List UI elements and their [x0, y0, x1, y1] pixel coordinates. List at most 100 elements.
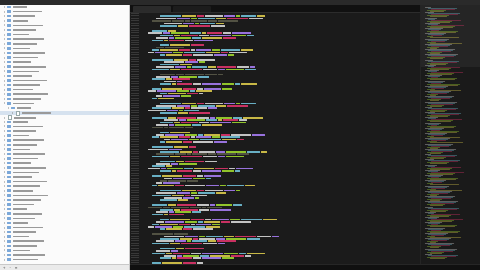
disclosure-triangle-icon[interactable]: [8, 107, 9, 110]
disclosure-triangle-icon[interactable]: [4, 33, 5, 36]
code-token: [155, 51, 172, 54]
disclosure-triangle-icon[interactable]: [4, 51, 5, 54]
disclosure-triangle-icon[interactable]: [4, 208, 5, 211]
sidebar-item-label: [13, 102, 34, 105]
disclosure-triangle-icon[interactable]: [4, 10, 5, 13]
disclosure-triangle-icon[interactable]: [4, 235, 5, 238]
sidebar-tree-item[interactable]: [0, 258, 129, 263]
disclosure-triangle-icon[interactable]: [4, 19, 5, 22]
disclosure-triangle-icon[interactable]: [4, 42, 5, 45]
code-token: [170, 242, 180, 245]
disclosure-triangle-icon[interactable]: [4, 217, 5, 220]
line-number: [131, 235, 139, 237]
sidebar-item-label: [13, 134, 29, 137]
code-token: [189, 25, 210, 27]
code-token: [176, 73, 184, 76]
line-number: [131, 211, 139, 213]
disclosure-triangle-icon[interactable]: [4, 102, 5, 105]
disclosure-triangle-icon[interactable]: [4, 84, 5, 87]
disclosure-triangle-icon[interactable]: [4, 166, 5, 169]
code-token: [195, 22, 199, 25]
tab-bar: [130, 5, 420, 13]
minimap[interactable]: [420, 5, 480, 264]
disclosure-triangle-icon[interactable]: [4, 134, 5, 137]
code-token: [231, 134, 251, 136]
disclosure-triangle-icon[interactable]: [4, 139, 5, 142]
tab-active-file[interactable]: [133, 6, 171, 12]
disclosure-triangle-icon[interactable]: [4, 171, 5, 174]
disclosure-triangle-icon[interactable]: [4, 125, 5, 128]
disclosure-triangle-icon[interactable]: [4, 28, 5, 31]
disclosure-triangle-icon[interactable]: [4, 162, 5, 165]
code-token: [175, 184, 184, 187]
code-token: [247, 150, 260, 153]
disclosure-triangle-icon[interactable]: [4, 244, 5, 247]
disclosure-triangle-icon[interactable]: [4, 97, 5, 100]
disclosure-triangle-icon[interactable]: [4, 88, 5, 91]
disclosure-triangle-icon[interactable]: [4, 203, 5, 206]
disclosure-triangle-icon[interactable]: [4, 221, 5, 224]
disclosure-triangle-icon[interactable]: [4, 198, 5, 201]
line-number: [131, 51, 139, 53]
disclosure-triangle-icon[interactable]: [4, 180, 5, 183]
folder-icon: [7, 175, 11, 179]
code-token: [156, 163, 170, 165]
code-token: [152, 175, 161, 177]
disclosure-triangle-icon[interactable]: [4, 212, 5, 215]
disclosure-triangle-icon[interactable]: [4, 38, 5, 41]
disclosure-triangle-icon[interactable]: [4, 258, 5, 261]
disclosure-triangle-icon[interactable]: [4, 70, 5, 73]
disclosure-triangle-icon[interactable]: [4, 249, 5, 252]
disclosure-triangle-icon[interactable]: [4, 175, 5, 178]
disclosure-triangle-icon[interactable]: [4, 6, 5, 8]
disclosure-triangle-icon[interactable]: [4, 194, 5, 197]
tab-other-file[interactable]: [173, 6, 211, 12]
disclosure-triangle-icon[interactable]: [4, 254, 5, 257]
line-number: [131, 131, 139, 133]
disclosure-triangle-icon[interactable]: [4, 24, 5, 27]
code-token: [232, 121, 246, 124]
sidebar-item-label: [13, 79, 47, 82]
sidebar-item-label: [13, 208, 27, 210]
code-token: [180, 63, 192, 66]
disclosure-triangle-icon[interactable]: [4, 185, 5, 188]
code-token: [202, 83, 221, 85]
sidebar-item-label: [13, 93, 48, 96]
code-token: [152, 146, 173, 148]
disclosure-triangle-icon[interactable]: [4, 226, 5, 229]
disclosure-triangle-icon[interactable]: [4, 153, 5, 155]
disclosure-triangle-icon[interactable]: [4, 189, 5, 192]
sidebar-menu-button[interactable]: ≡: [15, 266, 17, 270]
remove-file-button[interactable]: -: [9, 266, 11, 270]
add-file-button[interactable]: +: [3, 266, 5, 270]
disclosure-triangle-icon[interactable]: [4, 120, 5, 123]
disclosure-triangle-icon[interactable]: [4, 56, 5, 59]
disclosure-triangle-icon[interactable]: [4, 47, 5, 50]
disclosure-triangle-icon[interactable]: [4, 240, 5, 243]
disclosure-triangle-icon[interactable]: [4, 157, 5, 160]
code-token: [208, 107, 217, 109]
disclosure-triangle-icon[interactable]: [4, 79, 5, 82]
disclosure-triangle-icon[interactable]: [4, 93, 5, 96]
disclosure-triangle-icon[interactable]: [4, 74, 5, 77]
code-editor[interactable]: [130, 5, 420, 264]
sidebar-item-label: [13, 144, 37, 146]
code-token: [148, 225, 154, 228]
disclosure-triangle-icon[interactable]: [4, 116, 5, 119]
disclosure-triangle-icon[interactable]: [4, 15, 5, 18]
disclosure-triangle-icon[interactable]: [4, 130, 5, 133]
code-token: [152, 165, 165, 168]
disclosure-triangle-icon[interactable]: [12, 112, 13, 115]
code-area[interactable]: [142, 13, 420, 264]
line-number: [131, 78, 139, 80]
project-sidebar[interactable]: [0, 5, 130, 264]
disclosure-triangle-icon[interactable]: [4, 61, 5, 64]
disclosure-triangle-icon[interactable]: [4, 148, 5, 151]
disclosure-triangle-icon[interactable]: [4, 65, 5, 68]
code-token: [164, 126, 168, 129]
sidebar-item-label: [13, 98, 41, 100]
code-token: [175, 124, 191, 126]
disclosure-triangle-icon[interactable]: [4, 231, 5, 234]
disclosure-triangle-icon[interactable]: [4, 143, 5, 146]
code-token: [164, 39, 168, 42]
